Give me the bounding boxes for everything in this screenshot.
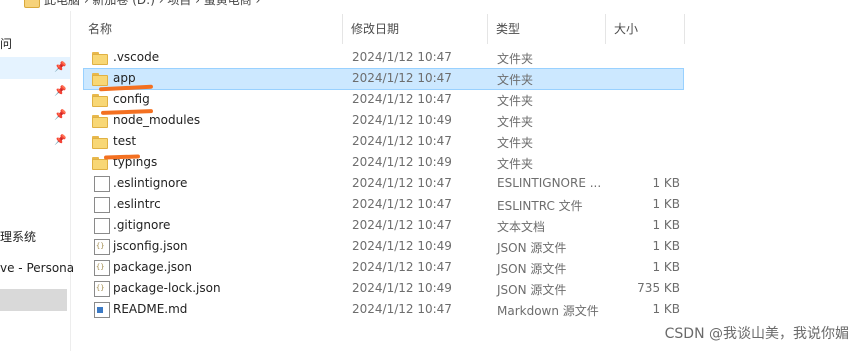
- file-icon: [94, 176, 110, 192]
- file-name: config: [113, 92, 150, 106]
- json-file-icon: [94, 281, 110, 297]
- nav-item-highlighted[interactable]: [0, 289, 67, 311]
- file-date: 2024/1/12 10:49: [352, 239, 452, 253]
- nav-item-label[interactable]: 理系统: [0, 228, 36, 245]
- nav-item-label[interactable]: ve - Persona: [0, 261, 74, 275]
- watermark: CSDN @我谈山美，我说你媚: [664, 326, 849, 342]
- list-item[interactable]: README.md 2024/1/12 10:47 Markdown 源文件 1…: [84, 300, 683, 320]
- list-item[interactable]: jsconfig.json 2024/1/12 10:49 JSON 源文件 1…: [84, 237, 683, 257]
- list-item[interactable]: config 2024/1/12 10:47 文件夹: [84, 90, 683, 110]
- nav-item-label[interactable]: 问: [0, 35, 12, 52]
- list-item[interactable]: test 2024/1/12 10:47 文件夹: [84, 132, 683, 152]
- list-item[interactable]: .eslintrc 2024/1/12 10:47 ESLINTRC 文件 1 …: [84, 195, 683, 215]
- text-file-icon: [94, 218, 110, 234]
- file-name: .gitignore: [113, 218, 171, 232]
- list-item[interactable]: package.json 2024/1/12 10:47 JSON 源文件 1 …: [84, 258, 683, 278]
- file-name: jsconfig.json: [113, 239, 188, 253]
- file-date: 2024/1/12 10:47: [352, 302, 452, 316]
- breadcrumb-bar: 此电脑 › 新加卷 (D:) › 项目 › 蛋黄电商 ›: [0, 0, 863, 11]
- pin-icon: 📌: [54, 62, 67, 73]
- file-date: 2024/1/12 10:49: [352, 281, 452, 295]
- pin-icon: 📌: [54, 135, 67, 146]
- column-header-name[interactable]: 名称: [80, 14, 343, 44]
- breadcrumb[interactable]: 此电脑 › 新加卷 (D:) › 项目 › 蛋黄电商 ›: [44, 0, 260, 8]
- pin-icon: 📌: [54, 86, 67, 97]
- list-item[interactable]: .eslintignore 2024/1/12 10:47 ESLINTIGNO…: [84, 174, 683, 194]
- folder-icon: [92, 94, 108, 110]
- file-name: node_modules: [113, 113, 201, 127]
- file-date: 2024/1/12 10:47: [352, 71, 452, 85]
- file-date: 2024/1/12 10:47: [352, 197, 452, 211]
- file-type: 文件夹: [497, 94, 534, 108]
- file-date: 2024/1/12 10:47: [352, 218, 452, 232]
- file-name: README.md: [113, 302, 188, 316]
- file-type: JSON 源文件: [497, 283, 567, 297]
- file-type: ESLINTIGNORE ...: [497, 176, 602, 190]
- file-name: .vscode: [113, 50, 160, 64]
- column-header-type[interactable]: 类型: [488, 14, 606, 44]
- file-date: 2024/1/12 10:49: [352, 155, 452, 169]
- file-date: 2024/1/12 10:47: [352, 134, 452, 148]
- file-name: package-lock.json: [113, 281, 221, 295]
- list-item[interactable]: package-lock.json 2024/1/12 10:49 JSON 源…: [84, 279, 683, 299]
- column-header-date[interactable]: 修改日期: [343, 14, 488, 44]
- list-item[interactable]: .gitignore 2024/1/12 10:47 文本文档 1 KB: [84, 216, 683, 236]
- folder-icon: [24, 0, 40, 8]
- list-item[interactable]: typings 2024/1/12 10:49 文件夹: [84, 153, 683, 173]
- file-name: package.json: [113, 260, 193, 274]
- list-item[interactable]: .vscode 2024/1/12 10:47 文件夹: [84, 48, 683, 68]
- file-name: .eslintignore: [113, 176, 188, 190]
- file-icon: [94, 197, 110, 213]
- list-item-selected[interactable]: app 2024/1/12 10:47 文件夹: [83, 68, 684, 90]
- list-item[interactable]: node_modules 2024/1/12 10:49 文件夹: [84, 111, 683, 131]
- file-size: 1 KB: [652, 302, 680, 316]
- column-header-row: 名称 修改日期 类型 大小: [80, 14, 685, 44]
- file-size: 1 KB: [652, 239, 680, 253]
- file-name: test: [113, 134, 137, 148]
- file-type: JSON 源文件: [497, 241, 567, 255]
- file-date: 2024/1/12 10:47: [352, 92, 452, 106]
- json-file-icon: [94, 260, 110, 276]
- file-type: ESLINTRC 文件: [497, 199, 583, 213]
- file-type: 文件夹: [497, 73, 534, 87]
- folder-icon: [92, 52, 108, 68]
- file-name: app: [113, 71, 136, 85]
- file-type: 文件夹: [497, 157, 534, 171]
- folder-icon: [92, 115, 108, 131]
- file-size: 1 KB: [652, 218, 680, 232]
- file-type: 文件夹: [497, 136, 534, 150]
- folder-icon: [92, 136, 108, 152]
- column-header-size[interactable]: 大小: [606, 14, 685, 44]
- file-type: 文件夹: [497, 115, 534, 129]
- file-size: 735 KB: [637, 281, 680, 295]
- file-size: 1 KB: [652, 176, 680, 190]
- file-size: 1 KB: [652, 197, 680, 211]
- file-type: 文件夹: [497, 52, 534, 66]
- file-type: Markdown 源文件: [497, 304, 599, 318]
- file-size: 1 KB: [652, 260, 680, 274]
- file-type: 文本文档: [497, 220, 546, 234]
- pin-icon: 📌: [54, 110, 67, 121]
- json-file-icon: [94, 239, 110, 255]
- file-date: 2024/1/12 10:49: [352, 113, 452, 127]
- nav-item-selected[interactable]: 📌: [0, 57, 70, 79]
- file-date: 2024/1/12 10:47: [352, 50, 452, 64]
- navigation-pane: 问 📌 📌 📌 📌 理系统 ve - Persona: [0, 11, 74, 351]
- file-date: 2024/1/12 10:47: [352, 260, 452, 274]
- file-name: .eslintrc: [113, 197, 161, 211]
- markdown-file-icon: [94, 302, 110, 318]
- file-type: JSON 源文件: [497, 262, 567, 276]
- file-date: 2024/1/12 10:47: [352, 176, 452, 190]
